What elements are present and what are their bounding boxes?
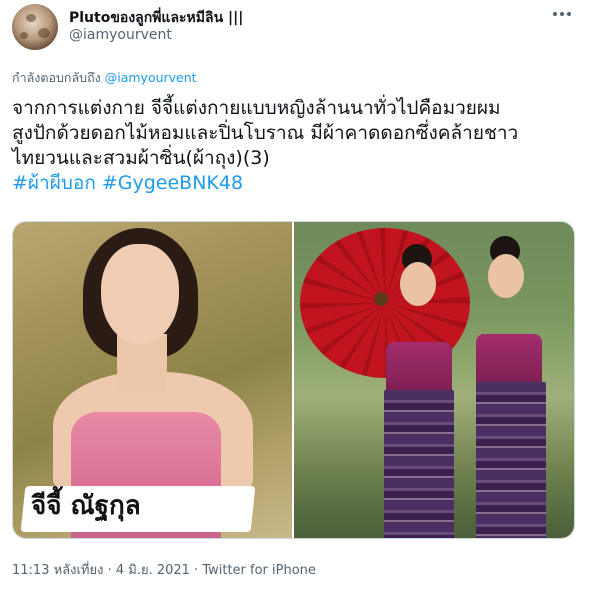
- tweet: Plutoของลูกพี่และหมีลิน ||| @iamyourvent…: [0, 0, 589, 589]
- media-grid: จีจี้ ณัฐกุล: [12, 221, 575, 539]
- more-options-icon[interactable]: [551, 6, 573, 22]
- author-display-name[interactable]: Plutoของลูกพี่และหมีลิน |||: [69, 7, 243, 29]
- avatar[interactable]: [12, 4, 58, 50]
- photo-left[interactable]: จีจี้ ณัฐกุล: [13, 222, 292, 538]
- reply-mention-link[interactable]: @iamyourvent: [105, 70, 197, 85]
- author-handle[interactable]: @iamyourvent: [69, 27, 172, 43]
- photo-right[interactable]: [294, 222, 574, 538]
- hashtag-link[interactable]: #GygeeBNK48: [102, 172, 243, 194]
- tweet-timestamp[interactable]: 11:13 หลังเที่ยง · 4 มิ.ย. 2021 · Twitte…: [12, 559, 316, 580]
- reply-context: กำลังตอบกลับถึง @iamyourvent: [12, 68, 197, 88]
- tweet-text-line: จากการแต่งกาย จีจี้แต่งกายแบบหญิงล้านนาท…: [12, 97, 501, 119]
- tweet-text-line: ไทยวนและสวมผ้าซิ่น(ผ้าถุง)(3): [12, 147, 270, 169]
- tweet-text-line: สูงปักด้วยดอกไม้หอมและปิ่นโบราณ มีผ้าคาด…: [12, 122, 519, 144]
- tweet-text: จากการแต่งกาย จีจี้แต่งกายแบบหญิงล้านนาท…: [12, 96, 580, 196]
- hashtag-line: #ผ้าผีบอก #GygeeBNK48: [12, 171, 580, 196]
- hashtag-link[interactable]: #ผ้าผีบอก: [12, 172, 96, 194]
- reply-context-prefix: กำลังตอบกลับถึง: [12, 70, 101, 85]
- photo-caption: จีจี้ ณัฐกุล: [31, 491, 141, 521]
